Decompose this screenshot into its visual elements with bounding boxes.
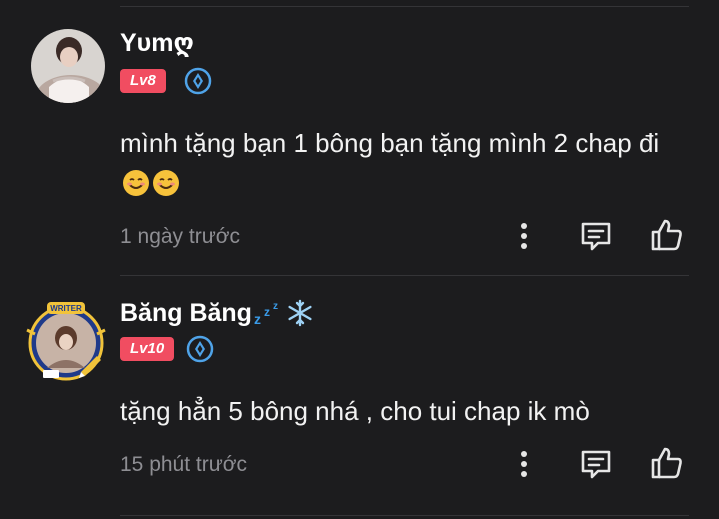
- comment-item: WRITER Băng Băng z z z Lv10 tặng hẳn 5 b…: [0, 276, 719, 519]
- svg-text:z: z: [254, 311, 261, 327]
- medal-icon: [184, 67, 212, 95]
- smiling-face-emoji: [123, 170, 149, 196]
- comment-text: tặng hẳn 5 bông nhá , cho tui chap ik mò: [120, 396, 590, 426]
- username-text: Băng Băng: [120, 298, 252, 327]
- thumbs-up-icon[interactable]: [650, 218, 684, 252]
- timestamp: 15 phút trước: [120, 453, 248, 476]
- svg-text:z: z: [264, 305, 270, 319]
- reply-comment-icon[interactable]: [579, 219, 613, 253]
- more-vertical-icon[interactable]: [507, 219, 541, 253]
- reply-comment-icon[interactable]: [579, 447, 613, 481]
- username[interactable]: Yυmღ: [120, 28, 194, 58]
- more-vertical-icon[interactable]: [507, 447, 541, 481]
- comment-text-content: mình tặng bạn 1 bông bạn tặng mình 2 cha…: [120, 128, 660, 158]
- level-badge: Lv10: [120, 337, 175, 361]
- writer-avatar-frame: WRITER: [26, 302, 106, 381]
- svg-text:z: z: [273, 301, 278, 312]
- thumbs-up-icon[interactable]: [650, 446, 684, 480]
- bottom-divider: [120, 515, 689, 516]
- medal-icon: [186, 335, 214, 363]
- writer-frame-label: WRITER: [50, 304, 82, 313]
- username[interactable]: Băng Băng z z z: [120, 298, 314, 328]
- comment-text: mình tặng bạn 1 bông bạn tặng mình 2 cha…: [120, 123, 680, 205]
- timestamp: 1 ngày trước: [120, 225, 241, 248]
- level-badge: Lv8: [120, 69, 166, 93]
- avatar[interactable]: [31, 29, 105, 103]
- zzz-icon: z z z: [254, 301, 278, 327]
- comment-item: Yυmღ Lv8 mình tặng bạn 1 bông bạn tặng m…: [0, 0, 719, 275]
- avatar[interactable]: WRITER: [25, 300, 107, 382]
- smiling-face-emoji: [153, 170, 179, 196]
- snowflake-icon: [288, 299, 312, 327]
